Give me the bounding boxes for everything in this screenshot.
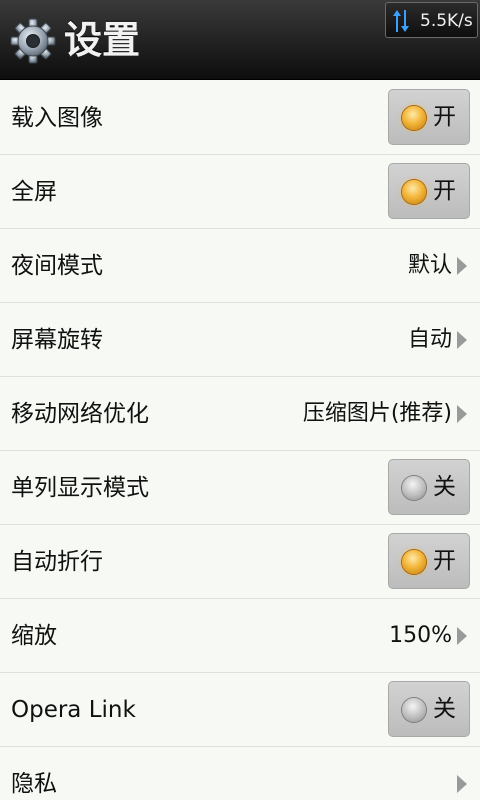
toggle-off-indicator-icon (402, 476, 426, 500)
setting-label: 缩放 (11, 623, 57, 649)
opera-link-toggle[interactable]: 关 (388, 681, 470, 737)
network-speed-indicator: 5.5K/s (385, 2, 478, 38)
toggle-on-indicator-icon (402, 180, 426, 204)
setting-auto-wrap[interactable]: 自动折行 开 (0, 525, 480, 599)
network-speed-text: 5.5K/s (420, 11, 473, 31)
toggle-on-indicator-icon (402, 550, 426, 574)
setting-opera-link[interactable]: Opera Link 关 (0, 673, 480, 747)
title-bar: 设置 5.5K/s (0, 0, 480, 80)
gear-icon (10, 18, 56, 64)
setting-label: Opera Link (11, 697, 136, 723)
toggle-state: 关 (433, 474, 456, 500)
setting-label: 夜间模式 (11, 253, 103, 279)
chevron-right-icon (457, 257, 467, 275)
setting-single-column-mode[interactable]: 单列显示模式 关 (0, 451, 480, 525)
fullscreen-toggle[interactable]: 开 (388, 163, 470, 219)
setting-fullscreen[interactable]: 全屏 开 (0, 155, 480, 229)
setting-label: 移动网络优化 (11, 401, 149, 427)
data-transfer-icon (393, 10, 409, 32)
setting-value: 压缩图片(推荐) (302, 401, 452, 426)
chevron-right-icon (457, 627, 467, 645)
toggle-state: 开 (433, 548, 456, 574)
setting-label: 单列显示模式 (11, 475, 149, 501)
setting-screen-rotation[interactable]: 屏幕旋转 自动 (0, 303, 480, 377)
chevron-right-icon (457, 405, 467, 423)
setting-value: 150% (389, 623, 452, 648)
chevron-right-icon (457, 331, 467, 349)
toggle-on-indicator-icon (402, 106, 426, 130)
toggle-state: 关 (433, 696, 456, 722)
setting-mobile-network-optimization[interactable]: 移动网络优化 压缩图片(推荐) (0, 377, 480, 451)
setting-value: 默认 (407, 253, 452, 278)
setting-privacy[interactable]: 隐私 (0, 747, 480, 800)
setting-label: 隐私 (11, 771, 57, 797)
setting-label: 屏幕旋转 (11, 327, 103, 353)
setting-zoom[interactable]: 缩放 150% (0, 599, 480, 673)
toggle-off-indicator-icon (402, 698, 426, 722)
setting-load-images[interactable]: 载入图像 开 (0, 81, 480, 155)
setting-night-mode[interactable]: 夜间模式 默认 (0, 229, 480, 303)
page-title: 设置 (64, 18, 141, 62)
setting-label: 全屏 (11, 179, 57, 205)
toggle-state: 开 (433, 178, 456, 204)
setting-value: 自动 (407, 327, 452, 352)
single-column-toggle[interactable]: 关 (388, 459, 470, 515)
load-images-toggle[interactable]: 开 (388, 89, 470, 145)
chevron-right-icon (457, 775, 467, 793)
toggle-state: 开 (433, 104, 456, 130)
auto-wrap-toggle[interactable]: 开 (388, 533, 470, 589)
setting-label: 载入图像 (11, 105, 103, 131)
settings-list: 载入图像 开 全屏 开 夜间模式 默认 屏幕旋转 自动 移动网络优化 压缩图片(… (0, 81, 480, 800)
setting-label: 自动折行 (11, 549, 103, 575)
